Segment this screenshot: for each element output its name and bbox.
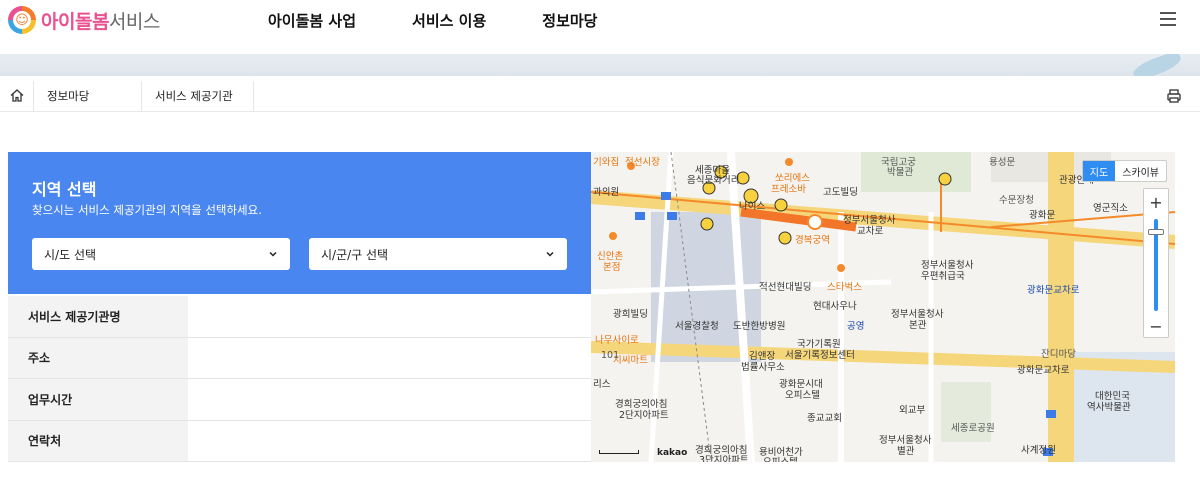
provider-info-table: 서비스 제공기관명 주소 업무시간 연락처	[8, 296, 591, 462]
sido-select[interactable]: 시/도 선택	[32, 238, 290, 270]
map-label: 광화문교차로	[1017, 365, 1070, 376]
table-row: 연락처	[8, 420, 591, 462]
row-label-contact: 연락처	[8, 420, 188, 461]
map-label: 프레소바	[771, 184, 806, 195]
site-header: ☺ 아이돌봄서비스 아이돌봄 사업 서비스 이용 정보마당	[0, 0, 1200, 48]
map-label: 역사박물관	[1087, 402, 1131, 413]
map-label: 수문장청	[999, 195, 1034, 206]
row-label-name: 서비스 제공기관명	[8, 296, 188, 337]
map-label: 적선시장	[625, 157, 660, 168]
map-view[interactable]: 기와집 적선시장 세종마을 음식문화거리 쏘리에스 프레소바 국립고궁 박물관 …	[591, 152, 1175, 462]
map-type-map-button[interactable]: 지도	[1082, 161, 1116, 181]
map-label: 교차로	[857, 226, 884, 237]
sub-banner	[0, 54, 1200, 76]
zoom-slider-handle[interactable]	[1148, 229, 1164, 235]
table-row: 서비스 제공기관명	[8, 296, 591, 338]
sigungu-select-label: 시/군/구 선택	[321, 247, 389, 262]
row-value-name	[188, 296, 591, 337]
zoom-in-button[interactable]: +	[1144, 191, 1168, 213]
sido-select-label: 시/도 선택	[44, 247, 97, 262]
menu-icon[interactable]	[1160, 12, 1176, 26]
map-label: 리스	[593, 379, 611, 390]
map-label: 공영	[847, 321, 865, 332]
map-label: 종교교회	[807, 413, 842, 424]
map-label: 사계정원	[1021, 445, 1056, 456]
map-type-toggle: 지도 스카이뷰	[1081, 160, 1167, 182]
zoom-out-button[interactable]: −	[1144, 315, 1168, 337]
map-label: 광화문교차로	[1027, 285, 1080, 296]
map-label: 광화문	[1029, 210, 1056, 221]
map-label: 음식문화거리	[687, 175, 740, 186]
map-label: 외교부	[899, 405, 926, 416]
row-label-hours: 업무시간	[8, 379, 188, 420]
map-label: 3단지아파트	[699, 455, 749, 462]
row-label-address: 주소	[8, 337, 188, 378]
breadcrumb: 정보마당 서비스 제공기관	[0, 80, 1200, 112]
map-label: 오피스텔	[785, 390, 820, 401]
logo-brand: 아이돌봄	[41, 10, 109, 33]
map-label: 기와집	[593, 157, 620, 168]
map-label: 본관	[909, 320, 927, 331]
map-label: 박물관	[887, 167, 914, 178]
map-canvas	[591, 152, 1175, 462]
map-label: 과의원	[593, 187, 620, 198]
leaf-decoration	[1122, 54, 1182, 76]
print-icon[interactable]	[1166, 88, 1182, 104]
map-type-skyview-button[interactable]: 스카이뷰	[1115, 161, 1166, 181]
logo-mark-icon: ☺	[8, 6, 36, 34]
nav-item-info[interactable]: 정보마당	[542, 10, 597, 31]
logo-service: 서비스	[108, 10, 160, 33]
logo[interactable]: ☺ 아이돌봄서비스	[8, 5, 160, 35]
map-label: 별관	[897, 446, 915, 457]
region-title: 지역 선택	[32, 180, 97, 199]
chevron-down-icon	[546, 251, 554, 257]
chevron-down-icon	[269, 251, 277, 257]
map-attribution: kakao	[657, 448, 688, 458]
row-value-hours	[188, 379, 591, 420]
logo-text: 아이돌봄서비스	[41, 7, 160, 34]
map-label: 서울경찰청	[675, 321, 719, 332]
map-label: 스타벅스	[827, 282, 862, 293]
map-label: 법률사무소	[741, 362, 785, 373]
breadcrumb-item-providers[interactable]: 서비스 제공기관	[142, 80, 254, 111]
sigungu-select[interactable]: 시/군/구 선택	[309, 238, 567, 270]
region-panel: 지역 선택 찾으시는 서비스 제공기관의 지역을 선택하세요. 시/도 선택 시…	[8, 152, 591, 294]
map-label: 현대사우나	[813, 301, 857, 312]
map-label: 도반한방병원	[733, 321, 786, 332]
map-label: 고도빌딩	[823, 187, 858, 198]
map-label: 본점	[603, 262, 621, 273]
map-label: 나이스	[739, 201, 766, 212]
map-scale-bar	[599, 450, 639, 454]
map-label: 광희빌딩	[613, 309, 648, 320]
row-value-address	[188, 338, 591, 379]
map-label: 우편취급국	[921, 271, 965, 282]
map-label: 세종로공원	[951, 423, 995, 434]
breadcrumb-item-info[interactable]: 정보마당	[34, 80, 142, 111]
map-label: 나무사이로	[595, 335, 639, 346]
map-label: 서울기록정보센터	[785, 350, 855, 361]
map-label: 적선현대빌딩	[759, 282, 812, 293]
zoom-control: + −	[1143, 188, 1169, 338]
table-row: 업무시간	[8, 379, 591, 421]
map-label: 101	[601, 350, 620, 361]
map-label: 오피스텔	[763, 454, 798, 462]
region-description: 찾으시는 서비스 제공기관의 지역을 선택하세요.	[32, 203, 262, 217]
nav-item-service[interactable]: 서비스 이용	[412, 10, 486, 31]
map-label: 2단지아파트	[619, 410, 669, 421]
table-row: 주소	[8, 337, 591, 379]
row-value-contact	[188, 421, 591, 462]
map-label: 용성문	[989, 157, 1016, 168]
nav-item-business[interactable]: 아이돌봄 사업	[268, 10, 356, 31]
map-label: 경복궁역	[795, 235, 830, 246]
map-label: 잔디마당	[1041, 349, 1076, 360]
main-nav: 아이돌봄 사업 서비스 이용 정보마당	[268, 10, 653, 31]
map-label: 영군직소	[1093, 203, 1128, 214]
home-icon[interactable]	[0, 80, 34, 111]
